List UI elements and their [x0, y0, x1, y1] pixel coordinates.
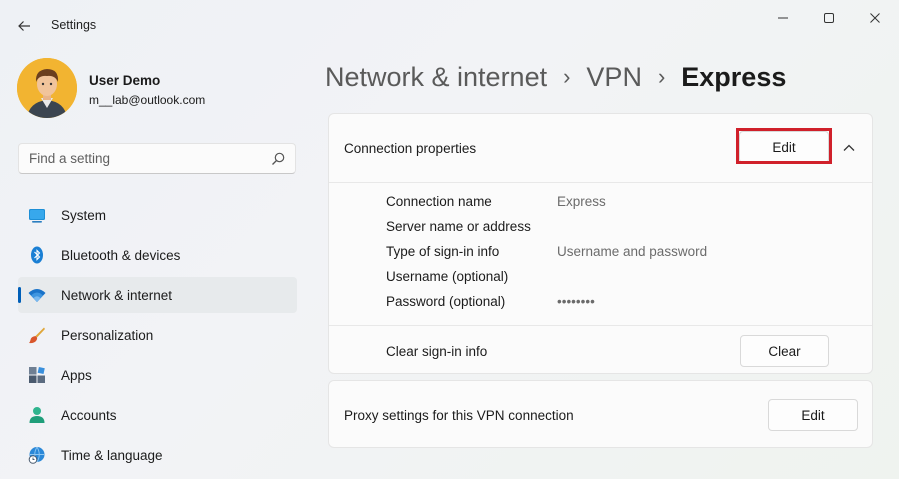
title-bar: Settings: [0, 0, 899, 50]
connection-properties-card: Connection properties Edit Connection na…: [328, 113, 873, 374]
edit-connection-button[interactable]: Edit: [739, 131, 829, 163]
accounts-icon: [29, 407, 45, 423]
close-button[interactable]: [852, 4, 898, 32]
edit-proxy-button[interactable]: Edit: [768, 399, 858, 431]
property-value: Username and password: [557, 244, 708, 259]
breadcrumb-separator-icon: ›: [563, 64, 571, 89]
property-label: Password (optional): [386, 294, 506, 309]
sidebar-item-label: Personalization: [61, 328, 154, 343]
sidebar-item-apps[interactable]: Apps: [18, 357, 297, 393]
active-indicator: [18, 287, 21, 303]
breadcrumb-item-vpn[interactable]: VPN: [586, 62, 642, 93]
maximize-button[interactable]: [806, 4, 852, 32]
property-label: Type of sign-in info: [386, 244, 500, 259]
sidebar-item-label: Accounts: [61, 408, 117, 423]
proxy-settings-card: Proxy settings for this VPN connection E…: [328, 380, 873, 448]
search-input[interactable]: [19, 144, 259, 173]
chevron-up-icon: [843, 144, 855, 151]
sidebar-item-bluetooth[interactable]: Bluetooth & devices: [18, 237, 297, 273]
collapse-button[interactable]: [839, 138, 859, 158]
divider: [329, 182, 872, 183]
sidebar-item-label: System: [61, 208, 107, 223]
wifi-icon: [28, 289, 46, 302]
minimize-button[interactable]: [760, 4, 806, 32]
globe-clock-icon: [28, 446, 45, 464]
avatar[interactable]: [17, 58, 77, 118]
maximize-icon: [824, 13, 834, 23]
breadcrumb: Network & internet › VPN › Express: [325, 58, 786, 96]
minimize-icon: [778, 17, 788, 19]
search-icon[interactable]: [271, 152, 285, 166]
user-avatar-icon: [17, 58, 77, 118]
sidebar-item-label: Bluetooth & devices: [61, 248, 181, 263]
breadcrumb-separator-icon: ›: [657, 64, 666, 89]
property-label: Username (optional): [386, 269, 509, 284]
bluetooth-icon: [31, 246, 43, 264]
close-icon: [870, 13, 880, 23]
property-label: Server name or address: [386, 219, 531, 234]
proxy-settings-label: Proxy settings for this VPN connection: [344, 408, 574, 423]
clear-sign-in-button[interactable]: Clear: [740, 335, 829, 367]
sidebar-item-accounts[interactable]: Accounts: [18, 397, 297, 433]
property-label: Connection name: [386, 194, 492, 209]
back-arrow-icon: [18, 21, 30, 31]
sidebar-item-label: Network & internet: [61, 288, 173, 303]
property-value: Express: [557, 194, 606, 209]
back-button[interactable]: [10, 12, 38, 40]
connection-properties-header[interactable]: Connection properties Edit: [329, 114, 872, 182]
app-title: Settings: [51, 18, 97, 32]
apps-icon: [29, 366, 45, 383]
search-box[interactable]: [18, 143, 296, 174]
sidebar-item-label: Time & language: [61, 448, 163, 463]
connection-properties-title: Connection properties: [344, 141, 477, 156]
system-icon: [29, 209, 45, 223]
page-title: Express: [681, 61, 787, 92]
sidebar-item-time-language[interactable]: Time & language: [18, 437, 297, 473]
divider: [329, 325, 872, 326]
sidebar-item-system[interactable]: System: [18, 197, 297, 233]
sidebar-item-personalization[interactable]: Personalization: [18, 317, 297, 353]
sidebar-item-network[interactable]: Network & internet: [18, 277, 297, 313]
user-name: User Demo: [89, 73, 161, 88]
password-value: ••••••••: [557, 294, 595, 309]
clear-sign-in-label: Clear sign-in info: [386, 344, 488, 359]
sidebar-item-label: Apps: [61, 368, 92, 383]
brush-icon: [29, 327, 45, 344]
breadcrumb-item-network[interactable]: Network & internet: [325, 62, 547, 93]
user-email: m__lab@outlook.com: [89, 93, 206, 107]
